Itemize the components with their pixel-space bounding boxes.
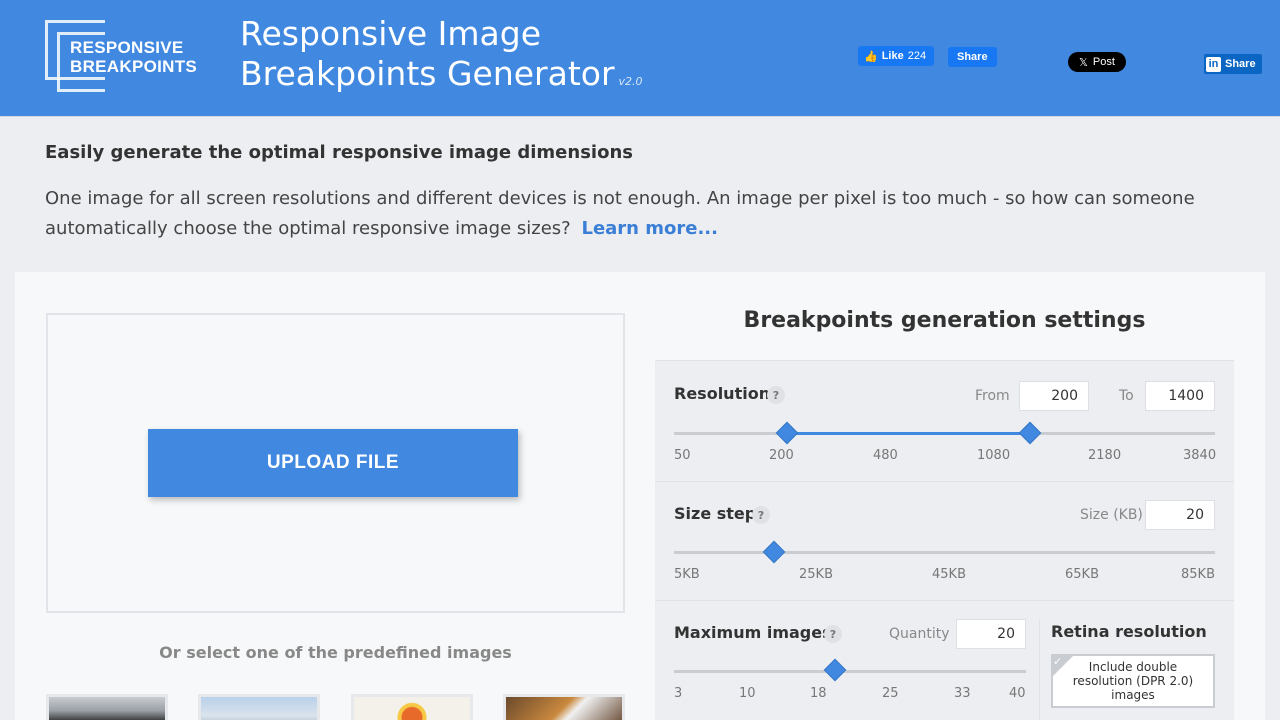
app-title-line-2: Breakpoints Generator (240, 54, 615, 93)
linkedin-icon: in (1206, 56, 1221, 72)
intro-text: One image for all screen resolutions and… (45, 184, 1245, 244)
linkedin-share-label: Share (1225, 58, 1256, 70)
predefined-image-thumbnail[interactable] (46, 694, 168, 720)
max-images-slider-track[interactable] (674, 670, 1026, 673)
size-step-section (655, 481, 1234, 600)
version-label: v2.0 (618, 75, 643, 88)
to-label: To (1119, 388, 1134, 404)
facebook-like-button[interactable]: 👍 Like 224 (858, 46, 935, 66)
resolution-to-input[interactable]: 1400 (1145, 381, 1215, 411)
size-step-tick: 25KB (799, 567, 833, 582)
app-title: Responsive Image Breakpoints Generator v2… (240, 14, 643, 102)
predefined-images-label: Or select one of the predefined images (159, 643, 512, 662)
like-label: Like (881, 50, 904, 62)
max-images-tick: 25 (882, 686, 899, 701)
thumbs-up-icon: 👍 (864, 50, 878, 63)
help-icon[interactable]: ? (767, 386, 785, 404)
size-step-slider-track[interactable] (674, 551, 1215, 554)
predefined-image-thumbnail[interactable] (351, 694, 473, 720)
predefined-image-thumbnail[interactable] (503, 694, 625, 720)
app-title-line-1: Responsive Image (240, 14, 542, 53)
max-images-tick: 18 (810, 686, 827, 701)
max-images-input[interactable]: 20 (956, 619, 1026, 649)
resolution-section (655, 360, 1234, 481)
size-step-tick: 85KB (1181, 567, 1215, 582)
settings-title: Breakpoints generation settings (743, 308, 1146, 333)
max-images-tick: 33 (954, 686, 971, 701)
check-icon: ✓ (1053, 655, 1063, 668)
logo-text: RESPONSIVE BREAKPOINTS (70, 38, 197, 76)
intro-heading: Easily generate the optimal responsive i… (45, 142, 633, 163)
retina-toggle-option[interactable]: Include double resolution (DPR 2.0) imag… (1051, 654, 1215, 708)
resolution-tick: 1080 (977, 448, 1011, 463)
help-icon[interactable]: ? (824, 625, 842, 643)
size-step-label: Size step (674, 504, 757, 523)
max-images-tick: 3 (674, 686, 683, 701)
size-step-tick: 65KB (1065, 567, 1099, 582)
resolution-tick: 480 (873, 448, 898, 463)
resolution-tick: 50 (674, 448, 691, 463)
header-bar: RESPONSIVE BREAKPOINTS Responsive Image … (0, 0, 1280, 117)
retina-option-label: Include double resolution (DPR 2.0) imag… (1072, 660, 1194, 702)
maximum-images-label: Maximum images (674, 623, 832, 642)
fb-share-label: Share (957, 51, 988, 63)
facebook-share-button[interactable]: Share (948, 47, 997, 67)
upload-file-button[interactable]: UPLOAD FILE (148, 429, 518, 497)
logo-line-1: RESPONSIVE (70, 38, 184, 57)
logo[interactable]: RESPONSIVE BREAKPOINTS (45, 20, 205, 94)
from-label: From (975, 388, 1010, 404)
help-icon[interactable]: ? (752, 506, 770, 524)
learn-more-link[interactable]: Learn more... (581, 218, 718, 239)
max-images-tick: 10 (739, 686, 756, 701)
resolution-tick: 3840 (1183, 448, 1217, 463)
predefined-image-thumbnail[interactable] (198, 694, 320, 720)
resolution-slider-range (787, 432, 1030, 435)
size-step-tick: 45KB (932, 567, 966, 582)
max-images-tick: 40 (1009, 686, 1026, 701)
logo-line-2: BREAKPOINTS (70, 57, 198, 76)
x-post-button[interactable]: 𝕏 Post (1068, 52, 1126, 72)
resolution-label: Resolution (674, 384, 771, 403)
like-count: 224 (907, 50, 927, 62)
resolution-from-input[interactable]: 200 (1019, 381, 1089, 411)
quantity-label: Quantity (889, 626, 950, 642)
x-logo-icon: 𝕏 (1079, 56, 1088, 69)
resolution-tick: 200 (769, 448, 794, 463)
retina-resolution-title: Retina resolution (1051, 622, 1207, 641)
section-divider (1039, 620, 1040, 720)
x-post-label: Post (1092, 56, 1115, 68)
size-kb-label: Size (KB) (1080, 507, 1143, 523)
linkedin-share-button[interactable]: in Share (1204, 54, 1262, 74)
size-step-input[interactable]: 20 (1145, 500, 1215, 530)
resolution-tick: 2180 (1088, 448, 1122, 463)
size-step-tick: 5KB (674, 567, 700, 582)
